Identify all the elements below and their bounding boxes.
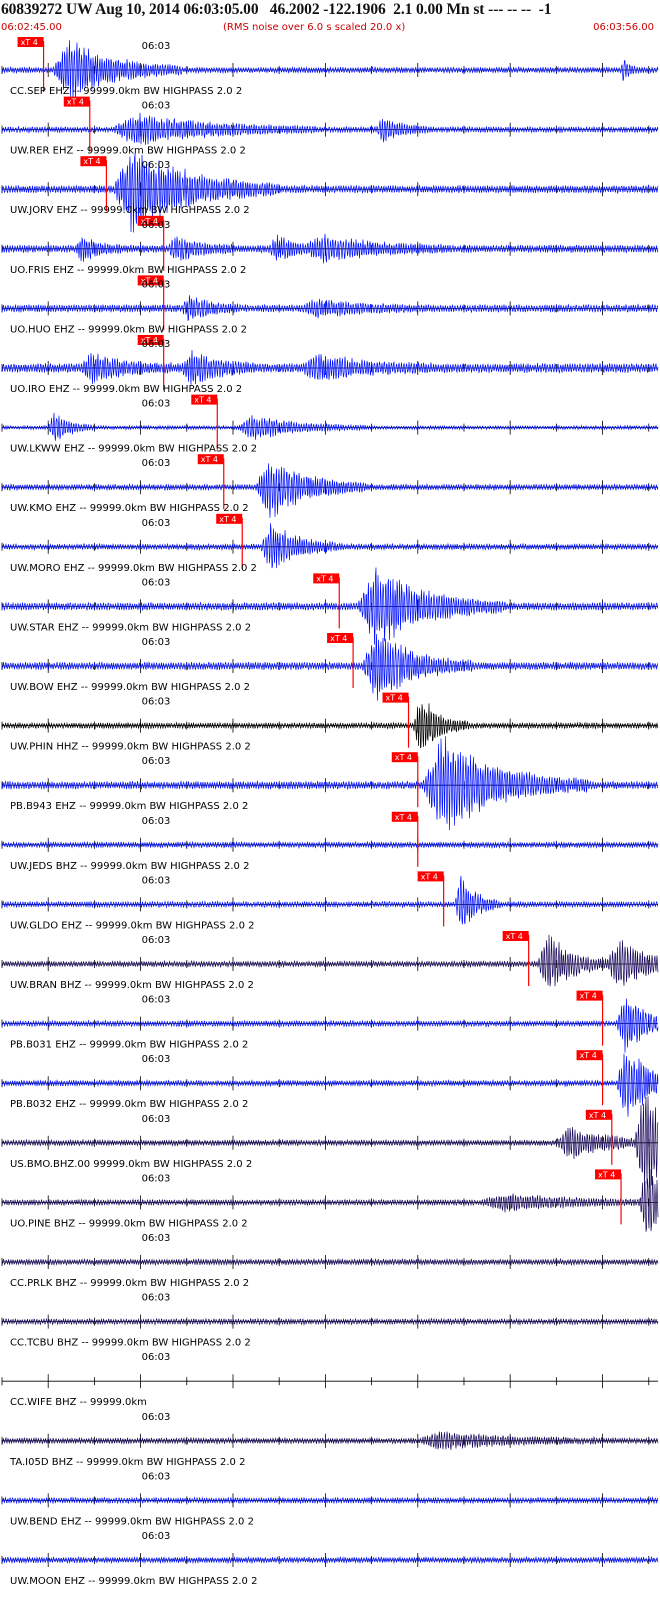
minute-tick-label: 06:03 — [142, 1173, 171, 1184]
pick-label: xT 4 — [395, 813, 412, 822]
pick-label: xT 4 — [598, 1170, 615, 1179]
station-label: PB.B032 EHZ -- 99999.0km BW HIGHPASS 2.0… — [10, 1099, 248, 1110]
minute-tick-label: 06:03 — [142, 1471, 171, 1482]
minute-tick-label: 06:03 — [142, 875, 171, 886]
station-label: UW.KMO EHZ -- 99999.0km BW HIGHPASS 2.0 … — [10, 503, 249, 514]
minute-tick-label: 06:03 — [142, 41, 171, 52]
minute-tick-label: 06:03 — [142, 1233, 171, 1244]
station-label: UW.JEDS BHZ -- 99999.0km BW HIGHPASS 2.0… — [10, 861, 249, 872]
station-label: UO.FRIS EHZ -- 99999.0km BW HIGHPASS 2.0… — [10, 265, 246, 276]
pick-label: xT 4 — [386, 694, 403, 703]
minute-tick-label: 06:03 — [142, 160, 171, 171]
minute-tick-label: 06:03 — [142, 101, 171, 112]
station-label: UW.MOON EHZ -- 99999.0km BW HIGHPASS 2.0… — [10, 1576, 257, 1587]
pick-label: xT 4 — [201, 455, 218, 464]
minute-tick-label: 06:03 — [142, 1293, 171, 1304]
waveform-trace — [1, 295, 659, 322]
station-label: UW.GLDO EHZ -- 99999.0km BW HIGHPASS 2.0… — [10, 920, 255, 931]
station-label: UW.JORV EHZ -- 99999.0km BW HIGHPASS 2.0… — [10, 205, 250, 216]
station-label: US.BMO.BHZ.00 99999.0km BW HIGHPASS 2.0 … — [10, 1159, 252, 1170]
minute-tick-label: 06:03 — [142, 1412, 171, 1423]
station-label: CC.PRLK BHZ -- 99999.0km BW HIGHPASS 2.0… — [10, 1278, 249, 1289]
minute-tick-label: 06:03 — [142, 399, 171, 410]
station-label: CC.SEP EHZ -- 99999.0km BW HIGHPASS 2.0 … — [10, 86, 242, 97]
minute-tick-label: 06:03 — [142, 279, 171, 290]
pick-label: xT 4 — [421, 872, 438, 881]
waveform-trace — [1, 112, 659, 145]
station-label: TA.I05D BHZ -- 99999.0km BW HIGHPASS 2.0… — [9, 1457, 245, 1468]
waveform-trace — [1, 1257, 659, 1267]
station-label: UW.RER EHZ -- 99999.0km BW HIGHPASS 2.0 … — [10, 146, 246, 157]
waveform-trace — [1, 840, 659, 850]
station-label: UW.BEND EHZ -- 99999.0km BW HIGHPASS 2.0… — [10, 1516, 254, 1527]
pick-label: xT 4 — [219, 515, 236, 524]
station-label: UO.PINE BHZ -- 99999.0km BW HIGHPASS 2.0… — [10, 1218, 248, 1229]
pick-label: xT 4 — [330, 634, 347, 643]
minute-tick-label: 06:03 — [142, 756, 171, 767]
station-label: CC.WIFE BHZ -- 99999.0km — [10, 1397, 147, 1408]
waveform-trace — [1, 934, 659, 987]
minute-tick-label: 06:03 — [142, 577, 171, 588]
minute-tick-label: 06:03 — [142, 1531, 171, 1542]
station-label: UW.MORO EHZ -- 99999.0km BW HIGHPASS 2.0… — [10, 563, 257, 574]
pick-label: xT 4 — [194, 396, 211, 405]
station-label: UW.STAR EHZ -- 99999.0km BW HIGHPASS 2.0… — [10, 622, 251, 633]
minute-tick-label: 06:03 — [142, 935, 171, 946]
minute-tick-label: 06:03 — [142, 816, 171, 827]
pick-label: xT 4 — [395, 753, 412, 762]
station-label: UW.BOW EHZ -- 99999.0km BW HIGHPASS 2.0 … — [10, 682, 250, 693]
waveform-trace — [1, 875, 659, 925]
minute-tick-label: 06:03 — [142, 220, 171, 231]
pick-label: xT 4 — [83, 157, 100, 166]
minute-tick-label: 06:03 — [142, 1114, 171, 1125]
minute-tick-label: 06:03 — [142, 1352, 171, 1363]
pick-label: xT 4 — [316, 574, 333, 583]
waveform-trace — [1, 523, 659, 569]
minute-tick-label: 06:03 — [142, 637, 171, 648]
waveform-trace — [1, 349, 659, 385]
waveform-trace — [1, 412, 659, 441]
minute-tick-label: 06:03 — [142, 518, 171, 529]
station-label: PB.B031 EHZ -- 99999.0km BW HIGHPASS 2.0… — [10, 1040, 248, 1051]
pick-label: xT 4 — [589, 1111, 606, 1120]
station-label: UO.IRO EHZ -- 99999.0km BW HIGHPASS 2.0 … — [10, 384, 242, 395]
waveform-trace — [1, 1496, 659, 1505]
seismogram-chart: xT 4 06:03 CC.SEP EHZ -- 99999.0km BW HIGH… — [1, 37, 659, 1587]
minute-tick-label: 06:03 — [142, 458, 171, 469]
station-label: UW.PHIN HHZ -- 99999.0km BW HIGHPASS 2.0… — [10, 742, 251, 753]
minute-tick-label: 06:03 — [142, 697, 171, 708]
pick-label: xT 4 — [506, 932, 523, 941]
minute-tick-label: 06:03 — [142, 995, 171, 1006]
station-label: UW.BRAN BHZ -- 99999.0km BW HIGHPASS 2.0… — [10, 980, 254, 991]
pick-label: xT 4 — [580, 992, 597, 1001]
pick-label: xT 4 — [21, 38, 38, 47]
minute-tick-label: 06:03 — [142, 1054, 171, 1065]
pick-label: xT 4 — [580, 1051, 597, 1060]
station-label: PB.B943 EHZ -- 99999.0km BW HIGHPASS 2.0… — [10, 801, 248, 812]
station-label: UO.HUO EHZ -- 99999.0km BW HIGHPASS 2.0 … — [10, 324, 247, 335]
pick-label: xT 4 — [67, 98, 84, 107]
station-label: UW.LKWW EHZ -- 99999.0km BW HIGHPASS 2.0… — [10, 444, 257, 455]
minute-tick-label: 06:03 — [142, 339, 171, 350]
station-label: CC.TCBU BHZ -- 99999.0km BW HIGHPASS 2.0… — [10, 1338, 251, 1349]
